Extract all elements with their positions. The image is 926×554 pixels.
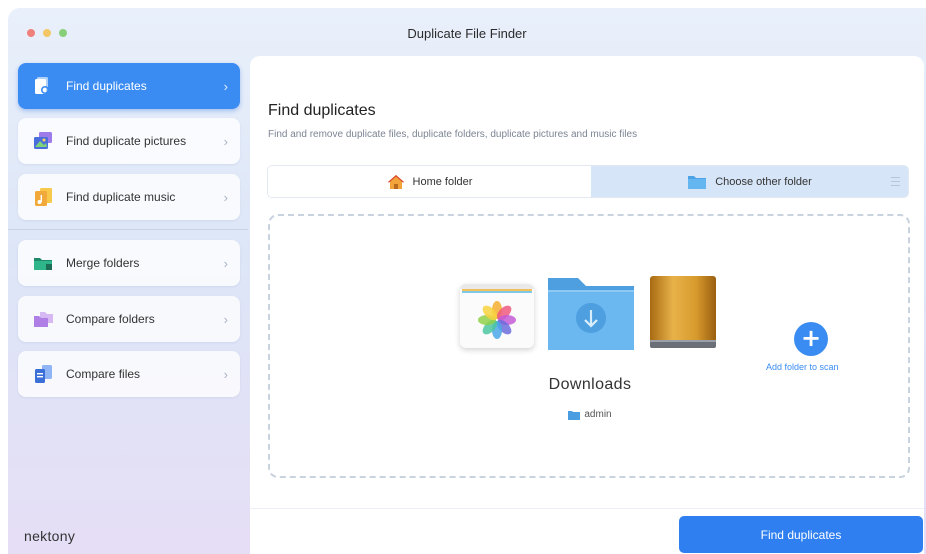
page-subtitle: Find and remove duplicate files, duplica… [268,129,638,140]
find-duplicates-button[interactable]: Find duplicates [679,516,923,553]
sidebar-item-label: Merge folders [66,256,140,270]
sidebar-item-label: Find duplicates [66,79,147,93]
merge-folders-icon [32,252,54,274]
add-folder-label[interactable]: Add folder to scan [766,362,839,372]
selected-folder-name: Downloads [548,376,632,393]
tab-home-folder[interactable]: Home folder [268,166,591,197]
tab-choose-other-folder[interactable]: Choose other folder [591,166,908,197]
sidebar-item-label: Find duplicate music [66,190,176,204]
page-title: Find duplicates [268,102,376,119]
folder-drop-zone[interactable]: + Add folder to scan Downloads admin [268,214,910,478]
hard-drive-icon [646,274,720,357]
find-duplicates-icon [32,75,54,97]
chevron-right-icon: › [223,255,228,271]
compare-files-icon [32,363,54,385]
pictures-icon [32,130,54,152]
compare-folders-icon [32,308,54,330]
sidebar-item-label: Find duplicate pictures [66,134,187,148]
sidebar: Find duplicates › Find duplicate picture… [8,54,248,554]
sidebar-item-compare-folders[interactable]: Compare folders › [18,296,240,342]
sidebar-item-label: Compare files [66,367,141,381]
tab-label: Home folder [412,175,473,188]
chevron-right-icon: › [223,311,228,327]
sidebar-divider [8,229,248,230]
main-panel: Find duplicates Find and remove duplicat… [250,56,924,554]
chevron-right-icon: › [223,78,228,94]
home-icon [387,174,405,190]
photos-library-icon [460,284,534,348]
sidebar-item-find-duplicate-music[interactable]: Find duplicate music › [18,174,240,220]
sidebar-item-merge-folders[interactable]: Merge folders › [18,240,240,286]
sidebar-item-compare-files[interactable]: Compare files › [18,351,240,397]
chevron-right-icon: › [223,366,228,382]
folder-source-selector: Home folder Choose other folder [267,165,909,198]
chevron-right-icon: › [223,133,228,149]
selected-folder-path: admin [540,409,640,420]
chevron-right-icon: › [223,189,228,205]
music-icon [32,186,54,208]
sidebar-item-find-duplicates[interactable]: Find duplicates › [18,63,240,109]
downloads-folder-icon [546,274,636,357]
title-bar: Duplicate File Finder [8,8,926,56]
folder-icon [687,174,707,190]
menu-lines-icon[interactable] [891,177,900,189]
sidebar-item-find-duplicate-pictures[interactable]: Find duplicate pictures › [18,118,240,164]
tab-label: Choose other folder [715,175,812,188]
path-text: admin [584,409,612,420]
folder-icon [568,410,581,420]
add-folder-button[interactable]: + [794,322,828,356]
footer-divider [250,508,924,509]
app-window: Duplicate File Finder Find duplicates › [8,8,926,554]
sidebar-item-label: Compare folders [66,312,155,326]
brand-logo: nektony [24,528,76,544]
window-title: Duplicate File Finder [407,26,527,41]
